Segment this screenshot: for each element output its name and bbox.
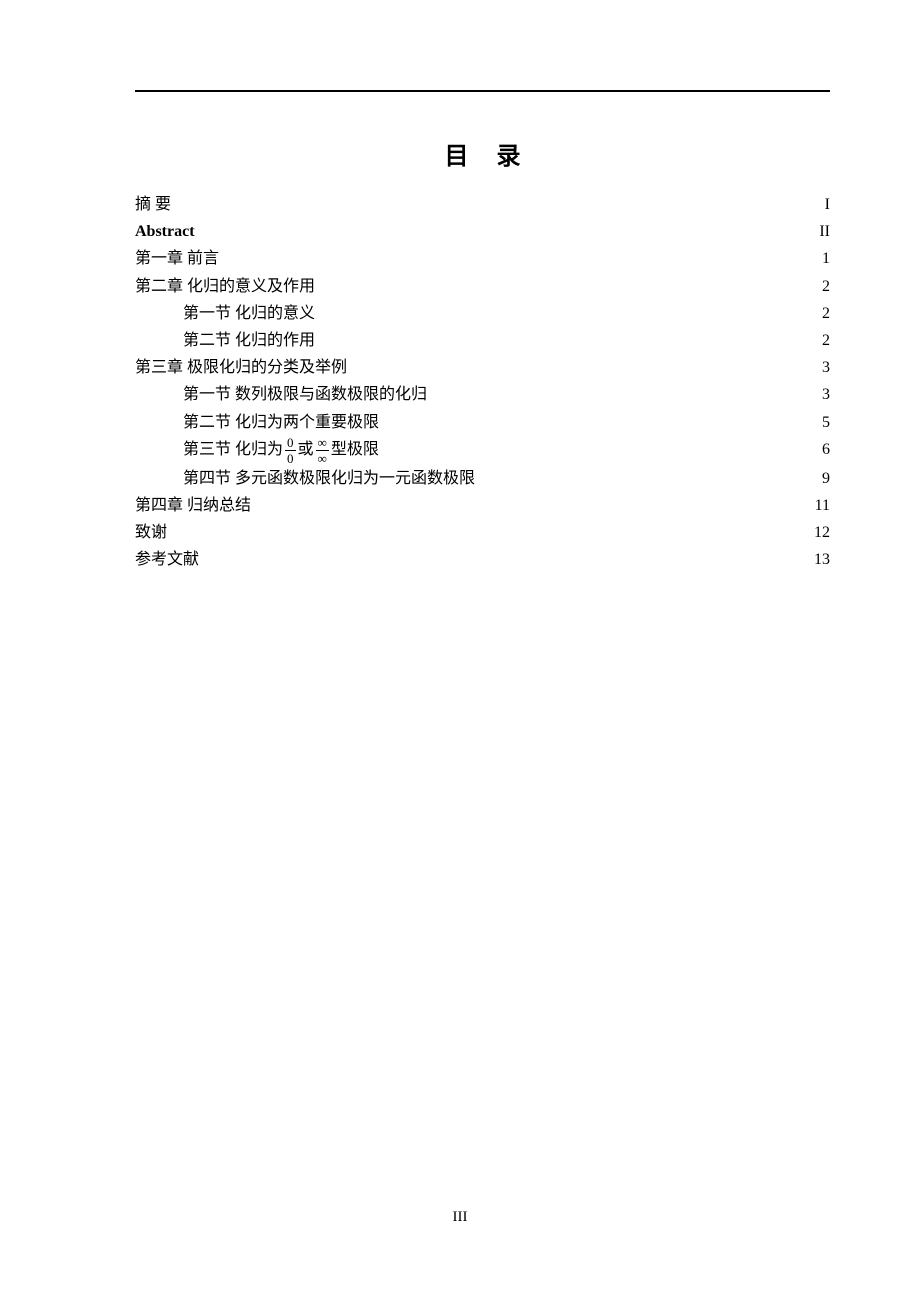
toc-entry-page: 13 (812, 546, 830, 573)
toc-entry-label: 第三节 化归为00或∞∞型极限 (183, 436, 379, 465)
toc-entry-label: 第一节 数列极限与函数极限的化归 (183, 381, 427, 408)
toc-entry-page: 1 (812, 245, 830, 272)
toc-entry: 第一章 前言 1 (135, 245, 830, 272)
toc-entry-label: 第四节 多元函数极限化归为一元函数极限 (183, 465, 475, 492)
toc-entry-page: 12 (812, 519, 830, 546)
toc-heading: 目录 (135, 136, 830, 171)
toc-entry-page: I (812, 191, 830, 218)
page-number: III (0, 1209, 920, 1226)
toc-entry-label: 第二节 化归的作用 (183, 327, 315, 354)
toc-entry-page: 5 (812, 409, 830, 436)
toc-entry-page: 2 (812, 327, 830, 354)
toc-entry: 参考文献 13 (135, 546, 830, 573)
toc-entry-label: Abstract (135, 218, 195, 245)
toc-entry: 第一节 化归的意义 2 (135, 300, 830, 327)
toc-entry: 第四节 多元函数极限化归为一元函数极限 9 (135, 465, 830, 492)
toc-entry-page: 11 (812, 492, 830, 519)
toc-entry: 摘 要I (135, 191, 830, 218)
top-rule (135, 90, 830, 92)
toc-entry-page: 9 (812, 465, 830, 492)
toc-entry: Abstract II (135, 218, 830, 245)
toc-entry: 第二章 化归的意义及作用 2 (135, 273, 830, 300)
toc-entry: 第三章 极限化归的分类及举例 3 (135, 354, 830, 381)
toc-entry-label: 参考文献 (135, 546, 199, 573)
toc-entry-label: 第四章 归纳总结 (135, 492, 251, 519)
toc-entry: 第一节 数列极限与函数极限的化归 3 (135, 381, 830, 408)
toc-entry: 第二节 化归的作用 2 (135, 327, 830, 354)
toc-entry-label: 第二章 化归的意义及作用 (135, 273, 315, 300)
toc-entry-label: 第三章 极限化归的分类及举例 (135, 354, 347, 381)
toc-entry-label: 致谢 (135, 519, 167, 546)
toc-entry-page: 3 (812, 381, 830, 408)
toc-entry: 致谢 12 (135, 519, 830, 546)
toc-entry: 第三节 化归为00或∞∞型极限 6 (135, 436, 830, 465)
toc-entry-label: 第一章 前言 (135, 245, 219, 272)
toc-entry-page: 3 (812, 354, 830, 381)
toc-entry-page: 6 (812, 436, 830, 463)
document-page: 目录 摘 要IAbstractII第一章 前言1第二章 化归的意义及作用2第一节… (0, 0, 920, 1302)
toc-entry: 第二节 化归为两个重要极限 5 (135, 409, 830, 436)
toc-entry-label: 第一节 化归的意义 (183, 300, 315, 327)
toc-entry-label: 第二节 化归为两个重要极限 (183, 409, 379, 436)
toc-entry: 第四章 归纳总结 11 (135, 492, 830, 519)
fraction: 00 (285, 436, 296, 465)
toc-entry-page: II (812, 218, 830, 245)
toc-entry-page: 2 (812, 300, 830, 327)
toc-entry-page: 2 (812, 273, 830, 300)
toc-list: 摘 要IAbstractII第一章 前言1第二章 化归的意义及作用2第一节 化归… (135, 191, 830, 573)
toc-entry-label: 摘 要 (135, 191, 171, 218)
fraction: ∞∞ (316, 436, 329, 465)
